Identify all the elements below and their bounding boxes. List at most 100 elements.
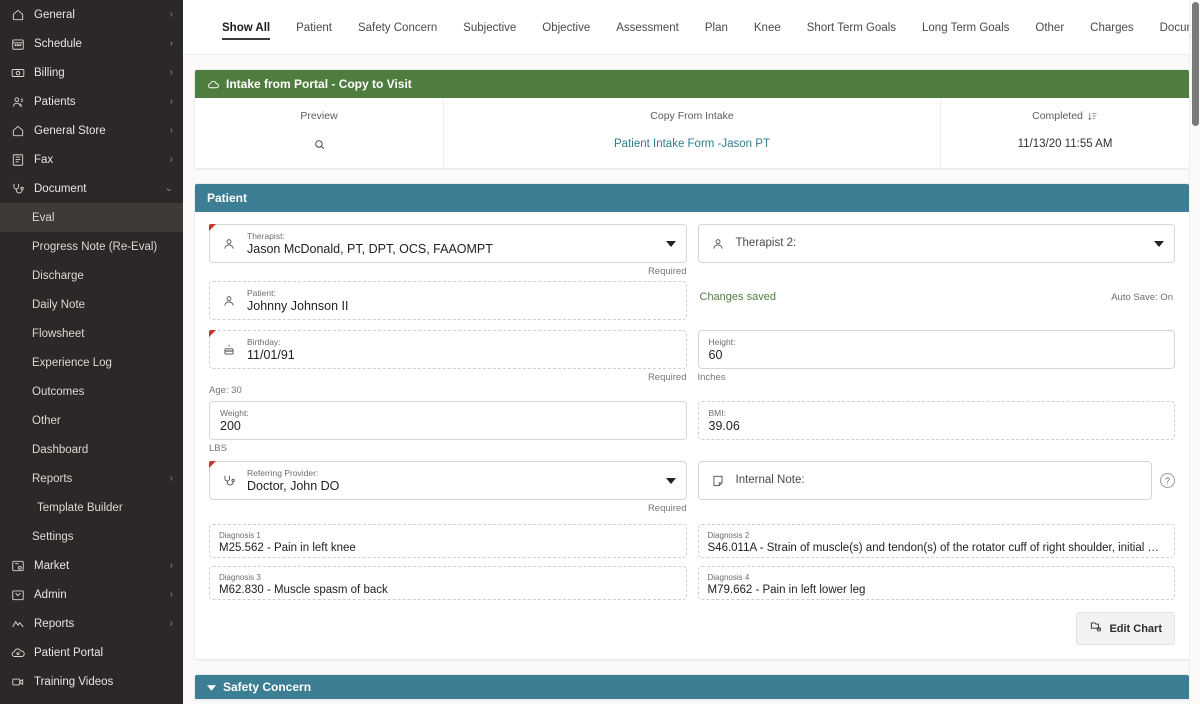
sidebar-item-template-builder[interactable]: Template Builder	[0, 493, 183, 522]
sidebar-item-progress-note[interactable]: Progress Note (Re-Eval)	[0, 232, 183, 261]
sidebar-item-other[interactable]: Other	[0, 406, 183, 435]
sidebar-item-flowsheet[interactable]: Flowsheet	[0, 319, 183, 348]
sidebar-item-admin[interactable]: Admin ›	[0, 580, 183, 609]
tab-show-all[interactable]: Show All	[203, 22, 283, 40]
therapist2-select[interactable]: Therapist 2:	[698, 224, 1176, 263]
sidebar-item-document-reports[interactable]: Reports ›	[0, 464, 183, 493]
chevron-down-icon[interactable]	[1152, 241, 1166, 247]
form-row-therapists: Therapist: Jason McDonald, PT, DPT, OCS,…	[209, 224, 1175, 281]
tab-other[interactable]: Other	[1022, 22, 1077, 40]
diagnosis-2-label: Diagnosis 2	[708, 530, 1166, 541]
sidebar-item-daily-note[interactable]: Daily Note	[0, 290, 183, 319]
intake-form-link[interactable]: Patient Intake Form -Jason PT	[614, 138, 770, 150]
form-row-provider-note: Referring Provider: Doctor, John DO Requ…	[209, 461, 1175, 518]
sidebar-item-document[interactable]: Document ⌄	[0, 174, 183, 203]
patient-name-value-group: Patient: Johnny Johnson II	[247, 288, 678, 314]
weight-label: Weight:	[220, 408, 678, 419]
help-icon[interactable]: ?	[1160, 473, 1175, 488]
save-status-row: Changes saved Auto Save: On	[698, 281, 1176, 303]
patient-age-text: Age: 30	[209, 385, 687, 398]
sidebar-item-label: Admin	[34, 589, 163, 601]
sidebar-item-training-videos[interactable]: Training Videos	[0, 667, 183, 696]
therapist-value-group: Therapist: Jason McDonald, PT, DPT, OCS,…	[247, 231, 658, 257]
edit-chart-label: Edit Chart	[1109, 623, 1162, 635]
internal-note-field-wrap: Internal Note: ?	[698, 461, 1176, 500]
stethoscope-icon	[220, 474, 238, 488]
chevron-down-icon: ⌄	[163, 183, 173, 194]
sidebar-item-market[interactable]: Market ›	[0, 551, 183, 580]
diagnosis-1-field[interactable]: Diagnosis 1 M25.562 - Pain in left knee	[209, 524, 687, 558]
caret-down-icon[interactable]	[207, 680, 216, 694]
sidebar-item-label: Training Videos	[34, 676, 163, 688]
height-input[interactable]: Height: 60	[698, 330, 1176, 369]
sidebar-item-schedule[interactable]: Schedule ›	[0, 29, 183, 58]
tab-short-term-goals[interactable]: Short Term Goals	[794, 22, 909, 40]
sidebar-item-discharge[interactable]: Discharge	[0, 261, 183, 290]
patient-card-header: Patient	[195, 184, 1189, 212]
chevron-down-icon[interactable]	[664, 478, 678, 484]
form-content: Intake from Portal - Copy to Visit Previ…	[183, 55, 1200, 704]
diagnosis-3-field[interactable]: Diagnosis 3 M62.830 - Muscle spasm of ba…	[209, 566, 687, 600]
patient-name-input[interactable]: Patient: Johnny Johnson II	[209, 281, 687, 320]
sidebar-item-experience-log[interactable]: Experience Log	[0, 348, 183, 377]
birthday-label: Birthday:	[247, 337, 678, 348]
edit-chart-button[interactable]: Edit Chart	[1076, 612, 1175, 645]
bmi-value-group: BMI: 39.06	[709, 408, 1167, 434]
sidebar-item-patient-portal[interactable]: Patient Portal	[0, 638, 183, 667]
diagnosis-2-field[interactable]: Diagnosis 2 S46.011A - Strain of muscle(…	[698, 524, 1176, 558]
chevron-right-icon: ›	[163, 125, 173, 136]
safety-concern-header: Safety Concern	[195, 675, 1189, 699]
column-header-completed[interactable]: Completed	[941, 110, 1189, 122]
referring-provider-required-helper: Required	[209, 503, 687, 516]
preview-cell	[195, 138, 443, 154]
sidebar-item-reports[interactable]: Reports ›	[0, 609, 183, 638]
sidebar-item-fax[interactable]: Fax ›	[0, 145, 183, 174]
tab-patient[interactable]: Patient	[283, 22, 345, 40]
chevron-down-icon[interactable]	[664, 241, 678, 247]
bmi-label: BMI:	[709, 408, 1167, 419]
users-icon	[10, 94, 26, 110]
sidebar-item-label: Patients	[34, 96, 163, 108]
search-icon[interactable]	[313, 142, 326, 154]
form-row-weight-bmi: Weight: 200 LBS	[209, 401, 1175, 458]
tab-long-term-goals[interactable]: Long Term Goals	[909, 22, 1022, 40]
birthday-input[interactable]: Birthday: 11/01/91	[209, 330, 687, 369]
sidebar-item-general-store[interactable]: General Store ›	[0, 116, 183, 145]
sidebar-item-settings[interactable]: Settings	[0, 522, 183, 551]
sidebar-item-eval[interactable]: Eval	[0, 203, 183, 232]
therapist-value: Jason McDonald, PT, DPT, OCS, FAAOMPT	[247, 242, 658, 257]
tab-safety-concern[interactable]: Safety Concern	[345, 22, 450, 40]
birthday-field-wrap: Birthday: 11/01/91 Required Age: 30	[209, 330, 687, 398]
sidebar-item-dashboard[interactable]: Dashboard	[0, 435, 183, 464]
intake-table: Preview Copy From Intake Patient Intake …	[195, 98, 1189, 168]
sidebar-subitem-label: Progress Note (Re-Eval)	[32, 241, 173, 253]
diagnosis-4-field[interactable]: Diagnosis 4 M79.662 - Pain in left lower…	[698, 566, 1176, 600]
diagnosis-2-value: S46.011A - Strain of muscle(s) and tendo…	[708, 541, 1166, 556]
sidebar-item-general[interactable]: General ›	[0, 0, 183, 29]
sidebar-item-billing[interactable]: Billing ›	[0, 58, 183, 87]
referring-provider-value-group: Referring Provider: Doctor, John DO	[247, 468, 658, 494]
tab-plan[interactable]: Plan	[692, 22, 741, 40]
tab-assessment[interactable]: Assessment	[603, 22, 692, 40]
tab-subjective[interactable]: Subjective	[450, 22, 529, 40]
therapist-select[interactable]: Therapist: Jason McDonald, PT, DPT, OCS,…	[209, 224, 687, 263]
internal-note-value-group: Internal Note:	[736, 473, 1144, 488]
internal-note-input[interactable]: Internal Note:	[698, 461, 1153, 500]
patient-card-title: Patient	[207, 191, 247, 205]
sidebar-navigation: General › Schedule › Billing › Patients …	[0, 0, 183, 704]
tab-objective[interactable]: Objective	[529, 22, 603, 40]
weight-input[interactable]: Weight: 200	[209, 401, 687, 440]
tab-knee[interactable]: Knee	[741, 22, 794, 40]
referring-provider-select[interactable]: Referring Provider: Doctor, John DO	[209, 461, 687, 500]
sidebar-item-outcomes[interactable]: Outcomes	[0, 377, 183, 406]
sort-descending-icon[interactable]	[1087, 111, 1098, 122]
vertical-scrollbar[interactable]	[1189, 0, 1200, 704]
sidebar-item-label: Document	[34, 183, 163, 195]
sidebar-subitem-label: Outcomes	[32, 386, 173, 398]
scrollbar-thumb[interactable]	[1192, 2, 1199, 126]
sidebar-subitem-label: Discharge	[32, 270, 173, 282]
sidebar-item-patients[interactable]: Patients ›	[0, 87, 183, 116]
tab-charges[interactable]: Charges	[1077, 22, 1146, 40]
intake-card-header: Intake from Portal - Copy to Visit	[195, 70, 1189, 98]
bmi-readonly: BMI: 39.06	[698, 401, 1176, 440]
